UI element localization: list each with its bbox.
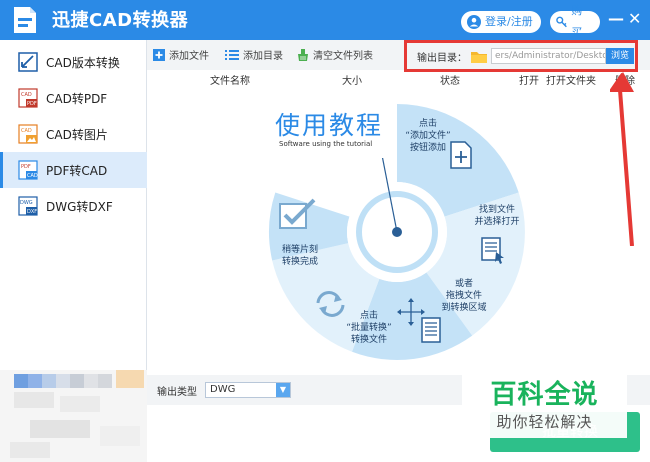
file-list-header: 文件名称 大小 状态 打开 打开文件夹 删除 [147, 70, 650, 87]
output-type-select[interactable]: DWG ▼ [205, 382, 291, 398]
login-register-label: 登录/注册 [485, 15, 533, 28]
step-3-line: 或者 [454, 279, 473, 289]
open-file-icon [481, 237, 504, 264]
add-file-button[interactable]: 添加文件 [153, 47, 209, 62]
watermark-title: 百科全说 [490, 380, 599, 410]
close-button[interactable]: ✕ [628, 9, 641, 28]
step-4-line: 转换文件 [350, 335, 387, 345]
sidebar-item-dwg-dxf[interactable]: DWG DXF DWG转DXF [0, 188, 147, 224]
app-logo-icon [14, 7, 36, 33]
svg-text:PDF: PDF [27, 101, 37, 107]
folder-icon[interactable] [471, 50, 487, 63]
blurred-region [0, 370, 147, 462]
browse-button[interactable]: 浏览 [606, 48, 635, 64]
key-icon [556, 16, 567, 28]
sidebar-item-label: PDF转CAD [46, 163, 108, 178]
column-status: 状态 [440, 76, 460, 87]
sidebar: CAD版本转换 CAD PDF CAD转PDF CAD CAD转图片 PDF C… [0, 40, 147, 370]
svg-text:PDF: PDF [21, 164, 31, 170]
column-file-name: 文件名称 [210, 76, 250, 87]
cad-pdf-icon: CAD PDF [18, 88, 38, 108]
watermark: 百科全说 助你轻松解决 [462, 372, 627, 438]
output-directory-group: 输出目录： ers/Administrator/Desktop 浏览 [404, 40, 638, 72]
step-3-line: 到转换区域 [441, 303, 487, 313]
step-1-line: 按钮添加 [409, 143, 446, 153]
svg-text:DWG: DWG [20, 200, 33, 206]
step-5-line: 稍等片刻 [281, 245, 318, 255]
list-icon [225, 49, 239, 60]
step-2-text: 找到文件 并选择打开 [467, 204, 527, 228]
title-bar: 迅捷CAD转换器 登录/注册 购买 — ✕ [0, 0, 650, 40]
step-1-line: “添加文件” [405, 131, 451, 141]
step-4-text: 点击 “批量转换” 转换文件 [339, 310, 399, 346]
clear-list-label: 清空文件列表 [313, 51, 373, 62]
chevron-down-icon: ▼ [276, 383, 290, 397]
step-4-line: “批量转换” [346, 323, 392, 333]
tutorial-subtitle: Software using the tutorial [279, 140, 373, 148]
sidebar-item-cad-version[interactable]: CAD版本转换 [0, 44, 147, 80]
cad-image-icon: CAD [18, 124, 38, 144]
watermark-subtitle: 助你轻松解决 [496, 413, 593, 431]
svg-text:DXF: DXF [27, 209, 37, 215]
tutorial-title: 使用教程 [275, 111, 384, 140]
column-size: 大小 [342, 76, 362, 87]
file-drop-area[interactable]: 使用教程 Software using the tutorial 点击 “添加文… [147, 86, 650, 371]
svg-text:CAD: CAD [21, 92, 32, 98]
dwg-dxf-icon: DWG DXF [18, 196, 38, 216]
sidebar-item-label: DWG转DXF [46, 199, 113, 214]
red-arrow-annotation [610, 72, 634, 246]
step-2-line: 找到文件 [478, 205, 515, 215]
buy-label: 购买 [571, 4, 583, 39]
buy-button[interactable]: 购买 [550, 4, 600, 39]
step-5-line: 转换完成 [281, 257, 318, 267]
add-folder-button[interactable]: 添加目录 [225, 47, 283, 62]
step-3-text: 或者 拖拽文件 到转换区域 [433, 278, 495, 314]
broom-icon [298, 48, 308, 61]
output-dir-label: 输出目录： [417, 52, 467, 64]
step-1-line: 点击 [418, 119, 437, 129]
sidebar-item-label: CAD转PDF [46, 91, 108, 106]
output-type-label: 输出类型 [157, 386, 197, 398]
user-icon [467, 15, 481, 29]
column-open-folder: 打开文件夹 [546, 76, 596, 87]
pdf-cad-icon: PDF CAD [18, 160, 38, 180]
document-icon [421, 317, 441, 343]
step-2-line: 并选择打开 [474, 217, 520, 227]
sidebar-item-pdf-cad[interactable]: PDF CAD PDF转CAD [0, 152, 147, 188]
login-register-button[interactable]: 登录/注册 [461, 11, 541, 33]
minimize-button[interactable]: — [608, 9, 624, 28]
clear-list-button[interactable]: 清空文件列表 [297, 47, 373, 62]
step-5-text: 稍等片刻 转换完成 [271, 244, 329, 268]
svg-text:CAD: CAD [27, 173, 38, 179]
add-folder-label: 添加目录 [243, 51, 283, 62]
cad-version-icon [18, 52, 38, 72]
svg-text:CAD: CAD [21, 128, 32, 134]
output-path-input[interactable]: ers/Administrator/Desktop [491, 48, 606, 64]
sidebar-item-cad-pdf[interactable]: CAD PDF CAD转PDF [0, 80, 147, 116]
step-3-line: 拖拽文件 [445, 291, 482, 301]
app-title: 迅捷CAD转换器 [52, 10, 189, 31]
sidebar-item-cad-image[interactable]: CAD CAD转图片 [0, 116, 147, 152]
step-1-text: 点击 “添加文件” 按钮添加 [399, 118, 457, 154]
sidebar-item-label: CAD转图片 [46, 127, 108, 142]
plus-icon [153, 48, 165, 61]
column-open: 打开 [519, 76, 539, 87]
sidebar-item-label: CAD版本转换 [46, 55, 120, 70]
add-file-label: 添加文件 [169, 51, 209, 62]
output-type-value: DWG [210, 384, 236, 395]
step-4-line: 点击 [359, 311, 378, 321]
